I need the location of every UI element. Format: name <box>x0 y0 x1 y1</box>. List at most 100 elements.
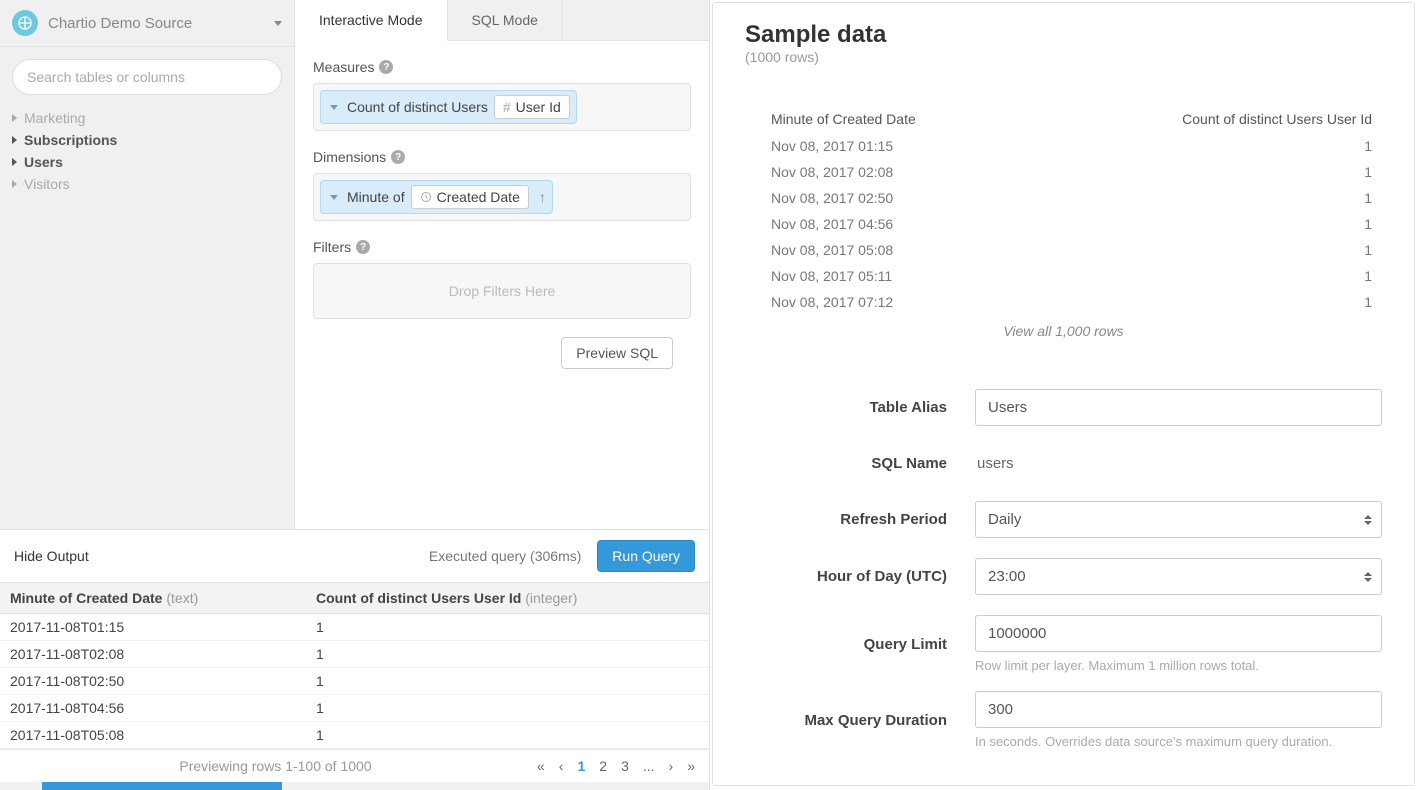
max-duration-hint: In seconds. Overrides data source's maxi… <box>975 734 1382 749</box>
page-dots[interactable]: ... <box>643 758 655 774</box>
help-icon[interactable]: ? <box>391 150 405 164</box>
col2-name: Count of distinct Users User Id <box>316 590 521 606</box>
col2-type: (integer) <box>525 590 577 606</box>
page-next[interactable]: › <box>669 758 674 774</box>
select-caret-icon <box>1364 572 1372 582</box>
page-prev[interactable]: ‹ <box>559 758 564 774</box>
page-2[interactable]: 2 <box>599 758 607 774</box>
page-3[interactable]: 3 <box>621 758 629 774</box>
sample-table: Minute of Created Date Count of distinct… <box>745 105 1382 369</box>
chevron-right-icon <box>12 114 17 122</box>
help-icon[interactable]: ? <box>356 240 370 254</box>
source-selector[interactable]: Chartio Demo Source <box>0 0 294 47</box>
measure-pill[interactable]: Count of distinct Users # User Id <box>320 90 577 124</box>
table-row: 2017-11-08T01:151 <box>0 614 709 641</box>
query-builder: Interactive Mode SQL Mode Measures ? Cou… <box>295 0 709 529</box>
caret-down-icon <box>330 195 338 200</box>
col1-name: Minute of Created Date <box>10 590 162 606</box>
sample-row: Nov 08, 2017 05:111 <box>745 263 1382 289</box>
sample-data-title: Sample data <box>745 21 1382 49</box>
sql-name-label: SQL Name <box>745 455 975 472</box>
results-body: 2017-11-08T01:151 2017-11-08T02:081 2017… <box>0 614 709 749</box>
dimension-pill[interactable]: Minute of Created Date ↑ <box>320 180 553 214</box>
table-alias-input[interactable] <box>975 389 1382 426</box>
measure-field-label: User Id <box>516 99 561 115</box>
dimension-bucket-label: Minute of <box>347 189 405 205</box>
measure-agg-label: Count of distinct Users <box>347 99 488 115</box>
hour-of-day-select[interactable]: 23:00 <box>975 558 1382 595</box>
filters-label: Filters ? <box>313 239 691 255</box>
dimensions-label: Dimensions ? <box>313 149 691 165</box>
tree-item-users[interactable]: Users <box>12 151 282 173</box>
page-last[interactable]: » <box>687 758 695 774</box>
pager: Previewing rows 1-100 of 1000 « ‹ 1 2 3 … <box>0 749 709 782</box>
page-1[interactable]: 1 <box>577 758 585 774</box>
sort-asc-icon[interactable]: ↑ <box>539 189 546 205</box>
dimensions-dropzone[interactable]: Minute of Created Date ↑ <box>313 173 691 221</box>
sample-data-subtitle: (1000 rows) <box>745 49 1382 65</box>
table-row: 2017-11-08T04:561 <box>0 695 709 722</box>
measure-field[interactable]: # User Id <box>494 95 570 119</box>
view-all-rows-link[interactable]: View all 1,000 rows <box>745 315 1382 369</box>
preview-sql-button[interactable]: Preview SQL <box>561 337 673 369</box>
tree-item-visitors[interactable]: Visitors <box>12 173 282 195</box>
query-limit-input[interactable] <box>975 615 1382 652</box>
col1-type: (text) <box>166 590 198 606</box>
tree-label: Marketing <box>24 110 85 126</box>
results-header: Minute of Created Date (text) Count of d… <box>0 582 709 614</box>
tab-interactive[interactable]: Interactive Mode <box>295 0 448 41</box>
search-input[interactable] <box>12 59 282 95</box>
sql-name-value: users <box>975 446 1382 481</box>
progress-highlight <box>42 782 282 790</box>
sample-row: Nov 08, 2017 01:151 <box>745 133 1382 159</box>
query-limit-hint: Row limit per layer. Maximum 1 million r… <box>975 658 1382 673</box>
tab-sql[interactable]: SQL Mode <box>448 0 563 41</box>
dimension-field[interactable]: Created Date <box>411 185 529 209</box>
sidebar: Chartio Demo Source Marketing Subscripti… <box>0 0 295 529</box>
sample-head-col2: Count of distinct Users User Id <box>1162 111 1382 127</box>
executed-text: Executed query (306ms) <box>429 548 582 564</box>
table-row: 2017-11-08T05:081 <box>0 722 709 749</box>
hide-output-toggle[interactable]: Hide Output <box>14 548 89 564</box>
chevron-right-icon <box>12 136 17 144</box>
table-row: 2017-11-08T02:081 <box>0 641 709 668</box>
tree-label: Users <box>24 154 63 170</box>
caret-down-icon <box>330 105 338 110</box>
caret-down-icon <box>274 21 282 26</box>
chevron-right-icon <box>12 180 17 188</box>
select-caret-icon <box>1364 515 1372 525</box>
refresh-period-label: Refresh Period <box>745 511 975 528</box>
max-duration-input[interactable] <box>975 691 1382 728</box>
page-first[interactable]: « <box>537 758 545 774</box>
chartio-logo-icon <box>12 10 38 36</box>
hash-icon: # <box>503 99 511 115</box>
help-icon[interactable]: ? <box>379 60 393 74</box>
dimension-field-label: Created Date <box>437 189 520 205</box>
source-name: Chartio Demo Source <box>48 15 274 32</box>
preview-text: Previewing rows 1-100 of 1000 <box>14 758 537 774</box>
sample-row: Nov 08, 2017 02:081 <box>745 159 1382 185</box>
tree-item-subscriptions[interactable]: Subscriptions <box>12 129 282 151</box>
table-alias-label: Table Alias <box>745 399 975 416</box>
query-limit-label: Query Limit <box>745 636 975 653</box>
refresh-period-select[interactable]: Daily <box>975 501 1382 538</box>
filters-placeholder: Drop Filters Here <box>449 283 556 299</box>
measures-label: Measures ? <box>313 59 691 75</box>
sample-row: Nov 08, 2017 07:121 <box>745 289 1382 315</box>
tree-label: Visitors <box>24 176 70 192</box>
chevron-right-icon <box>12 158 17 166</box>
table-row: 2017-11-08T02:501 <box>0 668 709 695</box>
hour-of-day-label: Hour of Day (UTC) <box>745 568 975 585</box>
sample-row: Nov 08, 2017 04:561 <box>745 211 1382 237</box>
tree-item-marketing[interactable]: Marketing <box>12 107 282 129</box>
filters-dropzone[interactable]: Drop Filters Here <box>313 263 691 319</box>
sample-head-col1: Minute of Created Date <box>745 111 1162 127</box>
measures-dropzone[interactable]: Count of distinct Users # User Id <box>313 83 691 131</box>
right-panel: Sample data (1000 rows) Minute of Create… <box>712 2 1415 786</box>
max-duration-label: Max Query Duration <box>745 712 975 729</box>
sample-row: Nov 08, 2017 02:501 <box>745 185 1382 211</box>
sample-row: Nov 08, 2017 05:081 <box>745 237 1382 263</box>
run-query-button[interactable]: Run Query <box>597 540 695 572</box>
clock-icon <box>420 191 432 203</box>
tree-label: Subscriptions <box>24 132 117 148</box>
